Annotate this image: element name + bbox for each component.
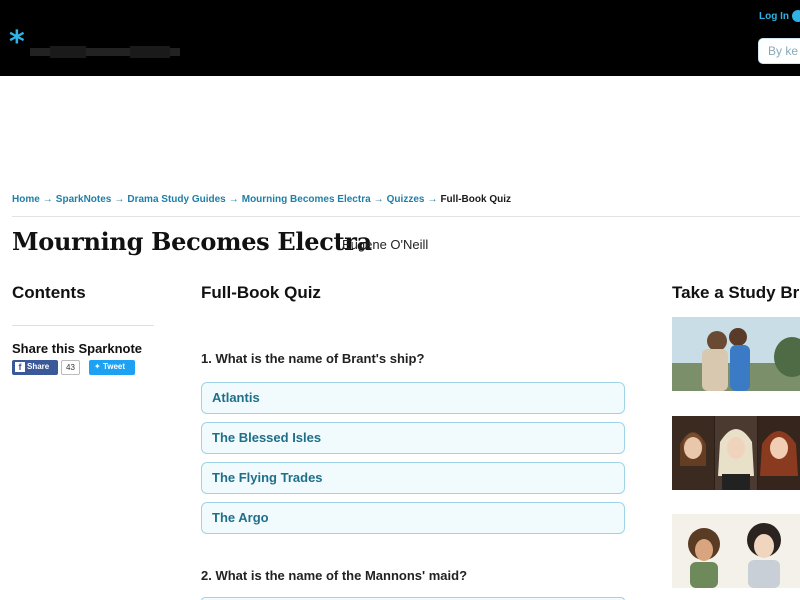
breadcrumb-arrow-icon: →	[228, 194, 239, 205]
site-header: * Log In By ke	[0, 0, 800, 76]
quiz-heading: Full-Book Quiz	[201, 283, 321, 302]
sparknotes-wordmark[interactable]	[30, 42, 188, 62]
breadcrumb-quizzes[interactable]: Quizzes	[387, 194, 425, 205]
breadcrumb-arrow-icon: →	[42, 194, 53, 205]
tweet-label: Tweet	[102, 362, 126, 371]
search-input[interactable]: By ke	[758, 38, 800, 64]
answer-option[interactable]: The Flying Trades	[201, 462, 625, 494]
breadcrumb-current: Full-Book Quiz	[440, 194, 511, 205]
answer-option[interactable]: Atlantis	[201, 382, 625, 414]
facebook-icon: f	[15, 362, 25, 372]
author-name[interactable]: Eugene O'Neill	[342, 237, 428, 252]
page-title: Mourning Becomes Electra	[12, 227, 372, 256]
divider	[12, 216, 800, 217]
answer-option[interactable]: The Blessed Isles	[201, 422, 625, 454]
breadcrumb-arrow-icon: →	[114, 194, 125, 205]
sparknotes-logo-icon[interactable]: *	[9, 28, 25, 58]
tweet-button[interactable]: ✦ Tweet	[89, 360, 135, 375]
breadcrumb-sparknotes[interactable]: SparkNotes	[56, 194, 112, 205]
question-text: 2. What is the name of the Mannons' maid…	[201, 568, 468, 583]
login-link[interactable]: Log In	[759, 11, 789, 22]
breadcrumb-arrow-icon: →	[373, 194, 384, 205]
study-break-image-illustration[interactable]	[672, 514, 800, 588]
question-text: 1. What is the name of Brant's ship?	[201, 351, 425, 366]
twitter-bird-icon: ✦	[94, 362, 101, 371]
facebook-share-label: Share	[27, 362, 50, 371]
breadcrumb-arrow-icon: →	[427, 194, 438, 205]
divider	[12, 325, 154, 326]
breadcrumb: Home → SparkNotes → Drama Study Guides → Mourn…	[12, 194, 511, 205]
answer-option[interactable]: The Argo	[201, 502, 625, 534]
share-count: 43	[61, 360, 80, 375]
study-break-image-couple[interactable]	[672, 317, 800, 391]
study-break-heading: Take a Study Br	[672, 283, 800, 302]
breadcrumb-home[interactable]: Home	[12, 194, 40, 205]
share-heading: Share this Sparknote	[12, 341, 143, 356]
study-break-image-characters[interactable]	[672, 416, 800, 490]
breadcrumb-book[interactable]: Mourning Becomes Electra	[242, 194, 371, 205]
facebook-share-button[interactable]: f Share	[12, 360, 58, 375]
contents-heading[interactable]: Contents	[12, 283, 86, 303]
user-avatar-icon[interactable]	[792, 10, 800, 22]
breadcrumb-drama-study-guides[interactable]: Drama Study Guides	[127, 194, 225, 205]
